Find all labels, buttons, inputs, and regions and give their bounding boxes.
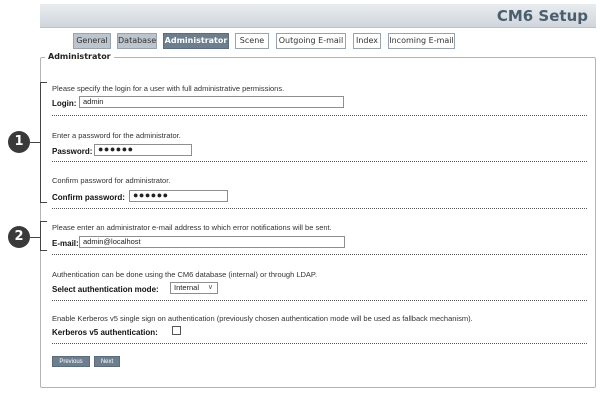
callout-1-badge: 1 (8, 131, 30, 153)
tab-scene[interactable]: Scene (235, 33, 269, 49)
divider (52, 343, 587, 344)
login-input[interactable]: admin (79, 96, 344, 108)
email-description: Please enter an administrator e-mail add… (52, 223, 332, 232)
kerberos-description: Enable Kerberos v5 single sign on authen… (52, 314, 473, 323)
callout-2-bracket (40, 221, 47, 251)
callout-1-connector (30, 142, 40, 143)
password-description: Enter a password for the administrator. (52, 131, 181, 140)
tab-general[interactable]: General (73, 33, 111, 49)
auth-description: Authentication can be done using the CM6… (52, 270, 318, 279)
tab-administrator[interactable]: Administrator (163, 33, 229, 49)
login-description: Please specify the login for a user with… (52, 84, 285, 93)
tab-outgoing-email[interactable]: Outgoing E-mail (276, 33, 346, 49)
callout-1-bracket (40, 82, 47, 203)
divider (52, 115, 587, 116)
login-label: Login: (52, 99, 77, 108)
auth-mode-select[interactable]: Internal ∨ (170, 282, 218, 294)
auth-label: Select authentication mode: (52, 285, 159, 294)
callout-2-badge: 2 (8, 226, 30, 248)
email-input[interactable]: admin@localhost (79, 236, 345, 248)
setup-header: CM6 Setup (40, 4, 596, 28)
divider (52, 161, 587, 162)
tab-index[interactable]: Index (353, 33, 381, 49)
kerberos-label: Kerberos v5 authentication: (52, 328, 158, 337)
next-button[interactable]: Next (94, 356, 120, 367)
app-title: CM6 Setup (496, 7, 588, 25)
email-label: E-mail: (52, 239, 79, 248)
chevron-down-icon: ∨ (207, 284, 213, 291)
fieldset-legend: Administrator (45, 52, 114, 61)
divider (52, 254, 587, 255)
confirm-password-label: Confirm password: (52, 193, 125, 202)
confirm-password-input[interactable]: ●●●●●● (129, 190, 228, 202)
tab-database[interactable]: Database (117, 33, 157, 49)
previous-button[interactable]: Previous (52, 356, 90, 367)
divider (52, 300, 587, 301)
password-label: Password: (52, 147, 93, 156)
divider (52, 208, 587, 209)
auth-mode-value: Internal (174, 283, 200, 292)
callout-2-connector (30, 237, 40, 238)
kerberos-checkbox[interactable] (172, 326, 181, 335)
confirm-password-description: Confirm password for administrator. (52, 176, 171, 185)
tab-incoming-email[interactable]: Incoming E-mail (388, 33, 455, 49)
password-input[interactable]: ●●●●●● (94, 144, 192, 156)
